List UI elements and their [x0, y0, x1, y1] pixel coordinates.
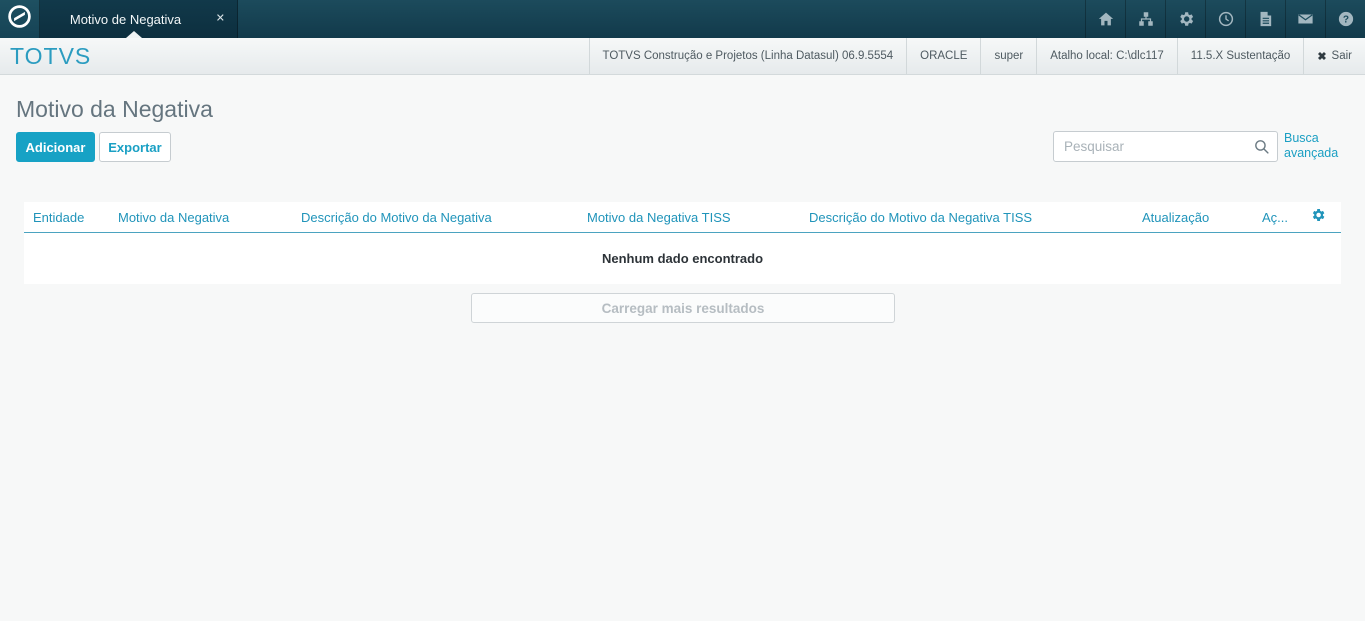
database-label: ORACLE	[906, 38, 980, 74]
logout-label: Sair	[1331, 50, 1352, 62]
search-box	[1053, 131, 1278, 162]
totvs-logo-icon	[7, 4, 32, 34]
document-icon	[1257, 10, 1274, 28]
column-header-motivo-da-negativa[interactable]: Motivo da Negativa	[118, 210, 301, 225]
environment-label: TOTVS Construção e Projetos (Linha Datas…	[588, 38, 907, 74]
results-table: Entidade Motivo da Negativa Descrição do…	[24, 202, 1341, 284]
mail-button[interactable]	[1285, 0, 1325, 38]
advanced-search-link[interactable]: Busca avançada	[1284, 131, 1342, 161]
column-header-atualizacao[interactable]: Atualização	[1142, 210, 1262, 225]
tab-close-icon[interactable]: ✕	[216, 13, 225, 25]
org-chart-icon	[1137, 10, 1155, 28]
topbar-nav: ?	[1085, 0, 1365, 38]
column-header-motivo-tiss[interactable]: Motivo da Negativa TISS	[587, 210, 809, 225]
gear-icon	[1177, 10, 1195, 28]
app-header-spacer	[91, 38, 588, 74]
mail-icon	[1296, 10, 1315, 28]
add-button[interactable]: Adicionar	[16, 132, 95, 162]
empty-state-message: Nenhum dado encontrado	[601, 250, 764, 266]
topbar: Motivo de Negativa ✕ ?	[0, 0, 1365, 38]
column-settings-button[interactable]	[1310, 207, 1341, 228]
home-button[interactable]	[1085, 0, 1125, 38]
settings-button[interactable]	[1165, 0, 1205, 38]
local-shortcut-label: Atalho local: C:\dlc117	[1036, 38, 1177, 74]
tab-title: Motivo de Negativa	[69, 11, 182, 27]
column-header-entidade[interactable]: Entidade	[24, 210, 118, 225]
logout-button[interactable]: ✖ Sair	[1303, 38, 1365, 74]
column-settings-gear-icon	[1310, 207, 1326, 228]
export-button[interactable]: Exportar	[99, 132, 171, 162]
table-header-row: Entidade Motivo da Negativa Descrição do…	[24, 202, 1341, 233]
app-header: TOTVS TOTVS Construção e Projetos (Linha…	[0, 38, 1365, 75]
column-header-acoes[interactable]: Aç...	[1262, 210, 1310, 225]
logout-x-icon: ✖	[1317, 50, 1327, 63]
svg-text:?: ?	[1342, 15, 1348, 26]
search-icon[interactable]	[1253, 138, 1270, 160]
column-header-descricao-motivo[interactable]: Descrição do Motivo da Negativa	[301, 210, 587, 225]
org-chart-button[interactable]	[1125, 0, 1165, 38]
recent-button[interactable]	[1205, 0, 1245, 38]
active-tab-pointer	[126, 31, 142, 38]
help-button[interactable]: ?	[1325, 0, 1365, 38]
search-input[interactable]	[1053, 131, 1278, 162]
screen: Motivo de Negativa ✕ ? TOTVS TOTVS Const…	[0, 0, 1365, 621]
clock-icon	[1217, 10, 1235, 28]
column-header-descricao-motivo-tiss[interactable]: Descrição do Motivo da Negativa TISS	[809, 210, 1142, 225]
version-label: 11.5.X Sustentação	[1176, 38, 1304, 74]
empty-state-row: Nenhum dado encontrado	[24, 233, 1341, 283]
home-icon	[1097, 10, 1115, 28]
user-label: super	[980, 38, 1036, 74]
brand-wordmark: TOTVS	[10, 42, 92, 69]
page-title: Motivo da Negativa	[16, 96, 213, 122]
load-more-button[interactable]: Carregar mais resultados	[471, 293, 895, 323]
documents-button[interactable]	[1245, 0, 1285, 38]
help-icon: ?	[1337, 10, 1355, 28]
totvs-logo-button[interactable]	[0, 0, 40, 38]
